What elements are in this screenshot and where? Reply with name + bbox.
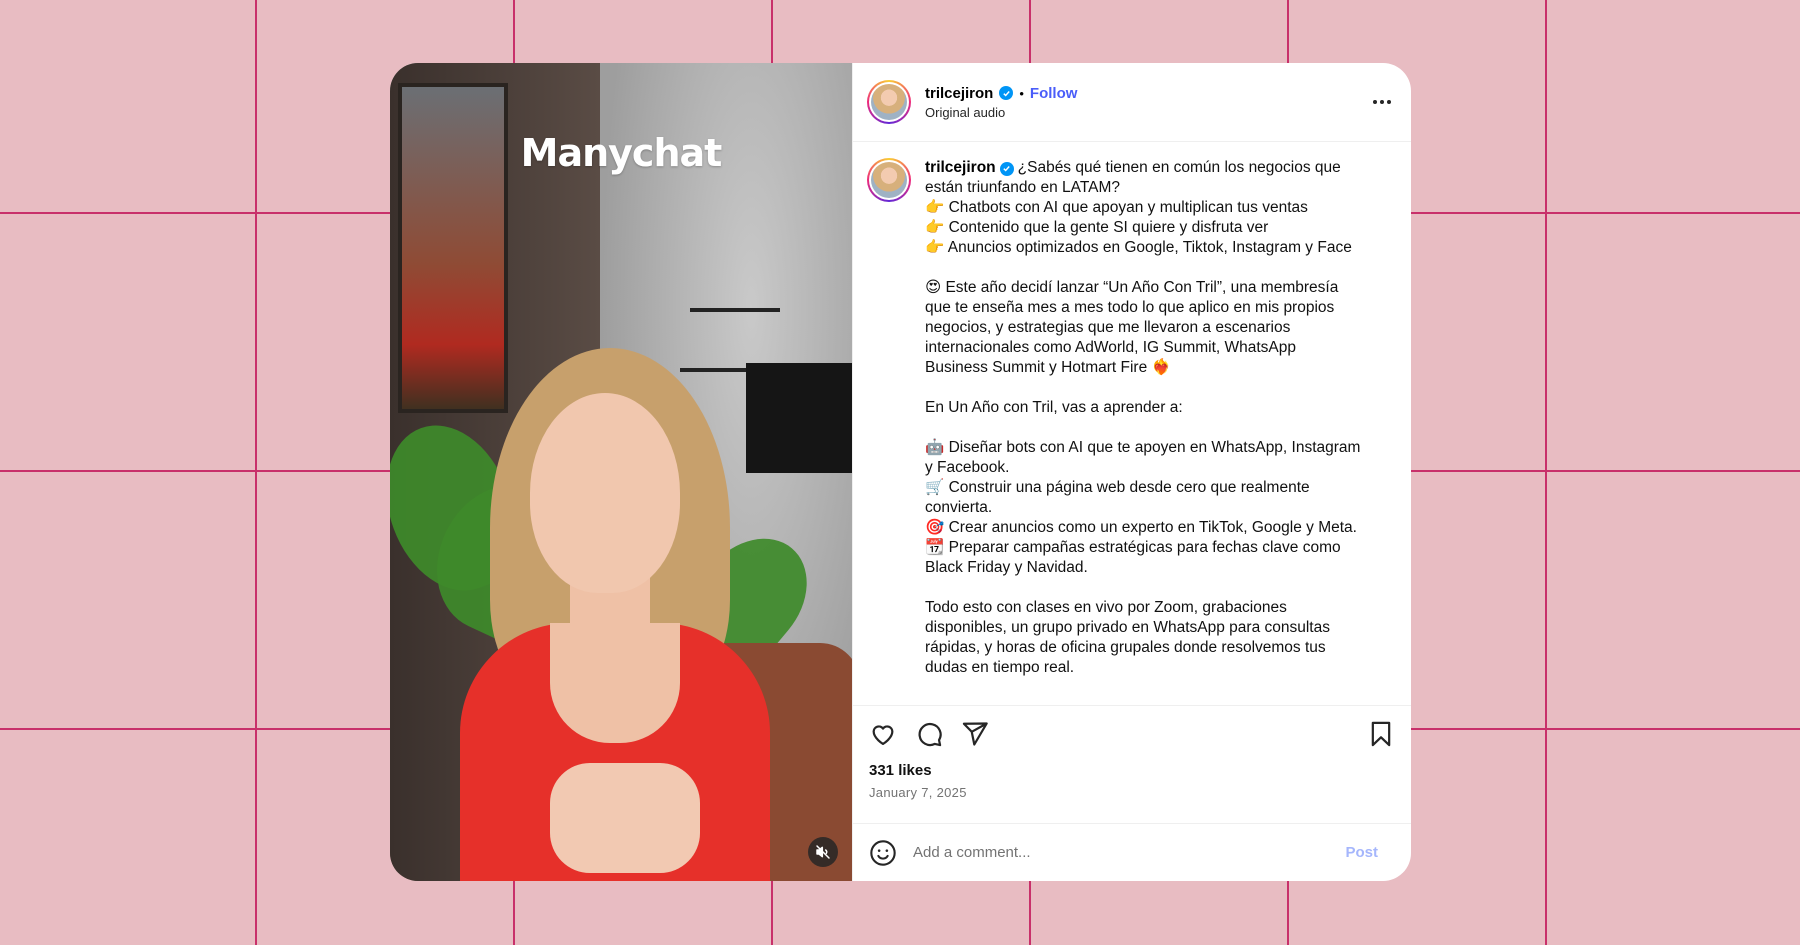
more-horizontal-icon [1373, 100, 1377, 104]
post-date[interactable]: January 7, 2025 [869, 785, 1395, 800]
caption-text-line: que te enseña mes a mes todo lo que apli… [925, 299, 1335, 316]
caption-section: trilcejiron ¿Sabés qué tienen en común l… [853, 142, 1411, 705]
caption-text-line: convierta. [925, 499, 993, 516]
avatar-photo [871, 162, 907, 198]
more-horizontal-icon-dot [1387, 100, 1391, 104]
caption-text-line: 📆 Preparar campañas estratégicas para fe… [925, 539, 1341, 556]
caption-text-line: Todo esto con clases en vivo por Zoom, g… [925, 599, 1287, 616]
video-person-face [530, 393, 680, 593]
caption-text-line: y Facebook. [925, 459, 1010, 476]
comment-input[interactable] [913, 844, 1346, 861]
caption-text-line: internacionales como AdWorld, IG Summit,… [925, 339, 1297, 356]
avatar-photo [871, 84, 907, 120]
instagram-post-card: Manychat trilcejiron • Follow Original a… [390, 63, 1411, 881]
caption-text-line: 🤖 Diseñar bots con AI que te apoyen en W… [925, 439, 1361, 456]
post-details-panel: trilcejiron • Follow Original audio tril… [852, 63, 1411, 881]
caption-text-line: ¿Sabés qué tienen en común los negocios … [1017, 159, 1341, 176]
audio-label[interactable]: Original audio [925, 105, 1077, 120]
post-comment-button[interactable]: Post [1345, 844, 1378, 861]
verified-badge-icon [999, 161, 1014, 176]
caption-text-line: 👉 Anuncios optimizados en Google, Tiktok… [925, 239, 1352, 256]
post-caption: trilcejiron ¿Sabés qué tienen en común l… [925, 158, 1380, 705]
caption-text-line: 😍 Este año decidí lanzar “Un Año Con Tri… [925, 279, 1339, 296]
caption-text-line: dudas en tiempo real. [925, 659, 1075, 676]
follow-button[interactable]: Follow [1030, 85, 1078, 102]
post-author-info: trilcejiron • Follow Original audio [925, 85, 1077, 120]
video-tv [746, 363, 852, 473]
caption-text-line: están triunfando en LATAM? [925, 179, 1121, 196]
separator-dot: • [1019, 85, 1024, 101]
heart-icon[interactable] [869, 720, 897, 748]
video-person-hands [550, 763, 700, 873]
caption-text-line: En Un Año con Tril, vas a aprender a: [925, 399, 1183, 416]
video-shelf [690, 308, 780, 312]
post-actions: 331 likes January 7, 2025 [853, 705, 1411, 823]
caption-username[interactable]: trilcejiron [925, 159, 996, 176]
more-horizontal-icon-dot [1380, 100, 1384, 104]
verified-badge-icon [999, 86, 1014, 100]
author-avatar[interactable] [867, 80, 911, 124]
smiley-emoji-icon[interactable] [869, 839, 897, 867]
caption-text-line: Black Friday y Navidad. [925, 559, 1088, 576]
mute-button[interactable] [808, 837, 838, 867]
caption-text-line: negocios, y estrategias que me llevaron … [925, 319, 1291, 336]
speaker-muted-icon [816, 845, 830, 859]
caption-text-line: 🎯 Crear anuncios como un experto en TikT… [925, 519, 1357, 536]
more-options-button[interactable] [1369, 92, 1395, 112]
send-paper-plane-icon[interactable] [961, 720, 989, 748]
caption-text-line: 👉 Contenido que la gente SI quiere y dis… [925, 219, 1269, 236]
comment-composer: Post [853, 823, 1411, 881]
caption-text-line: 👉 Chatbots con AI que apoyan y multiplic… [925, 199, 1308, 216]
caption-text-line: rápidas, y horas de oficina grupales don… [925, 639, 1326, 656]
like-count[interactable]: 331 likes [869, 762, 1395, 779]
caption-text-line: 🛒 Construir una página web desde cero qu… [925, 479, 1310, 496]
caption-author-avatar[interactable] [867, 158, 911, 202]
comment-bubble-icon[interactable] [915, 720, 943, 748]
post-video[interactable]: Manychat [390, 63, 852, 881]
author-username[interactable]: trilcejiron [925, 85, 993, 102]
caption-text-line: disponibles, un grupo privado en WhatsAp… [925, 619, 1330, 636]
manychat-logo-overlay: Manychat [520, 131, 723, 175]
post-header: trilcejiron • Follow Original audio [853, 63, 1411, 142]
caption-text-line: Business Summit y Hotmart Fire ❤️‍🔥 [925, 359, 1171, 376]
bookmark-icon[interactable] [1367, 720, 1395, 748]
